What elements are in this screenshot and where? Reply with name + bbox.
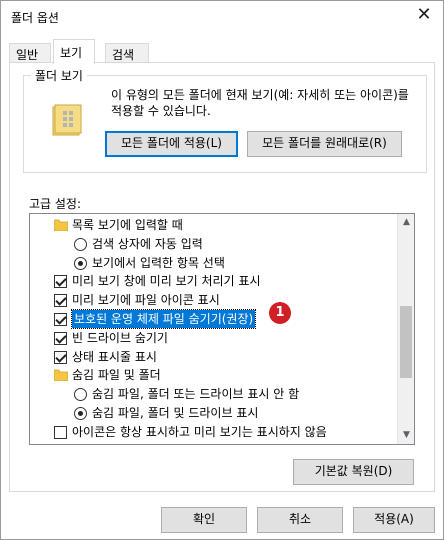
radio-button[interactable] bbox=[74, 407, 87, 420]
settings-row-label: 보기에서 입력한 항목 선택 bbox=[92, 255, 225, 270]
ok-button[interactable]: 확인 bbox=[161, 507, 247, 533]
apply-button[interactable]: 적용(A) bbox=[353, 507, 435, 533]
folder-icon bbox=[54, 219, 68, 231]
callout-badge: 1 bbox=[269, 302, 291, 324]
settings-row-label: 빈 드라이브 숨기기 bbox=[72, 330, 168, 345]
checkbox[interactable] bbox=[54, 275, 67, 289]
settings-row-label: 아이콘은 항상 표시하고 미리 보기는 표시하지 않음 bbox=[72, 424, 327, 439]
advanced-settings-list[interactable]: 알려진 파일 형식의 파일 확장명 숨기기 아이콘은 항상 표시하고 미리 보기는… bbox=[29, 213, 415, 445]
settings-row-radio[interactable]: 숨김 파일, 폴더 및 드라이브 표시 bbox=[30, 404, 396, 422]
scrollbar-thumb[interactable] bbox=[400, 306, 412, 378]
title-bar: 폴더 옵션 ✕ bbox=[1, 1, 443, 31]
settings-row-label: 미리 보기에 파일 아이콘 표시 bbox=[72, 293, 220, 308]
cancel-button[interactable]: 취소 bbox=[257, 507, 343, 533]
tab-search-label: 검색 bbox=[112, 48, 135, 62]
settings-row-checkbox[interactable]: 보호된 운영 체제 파일 숨기기(권장) bbox=[30, 309, 396, 329]
close-icon[interactable]: ✕ bbox=[413, 5, 435, 27]
settings-row-radio[interactable]: 숨김 파일, 폴더 또는 드라이브 표시 안 함 bbox=[30, 385, 396, 403]
reset-folders-button[interactable]: 모든 폴더를 원래대로(R) bbox=[247, 131, 402, 157]
tab-general[interactable]: 일반 bbox=[9, 43, 51, 63]
settings-row-label: 목록 보기에 입력할 때 bbox=[72, 218, 183, 232]
settings-row-radio[interactable]: 검색 상자에 자동 입력 bbox=[30, 235, 396, 253]
scrollbar[interactable]: ▲ ▼ bbox=[397, 214, 414, 444]
scroll-up-icon[interactable]: ▲ bbox=[398, 214, 414, 231]
tab-general-label: 일반 bbox=[16, 48, 39, 62]
folder-icon bbox=[54, 369, 68, 382]
settings-row-checkbox[interactable]: 아이콘은 항상 표시하고 미리 보기는 표시하지 않음 bbox=[30, 423, 396, 441]
folder-options-window: 폴더 옵션 ✕ 일반 보기 검색 폴더 보기 이 유형의 모든 폴더에 현재 보… bbox=[0, 0, 444, 540]
settings-row-label: 보호된 운영 체제 파일 숨기기(권장) bbox=[70, 309, 257, 329]
radio-button[interactable] bbox=[74, 388, 87, 402]
radio-button[interactable] bbox=[74, 256, 87, 270]
settings-row-folder: 숨김 파일 및 폴더 bbox=[30, 366, 396, 384]
folder-view-legend: 폴더 보기 bbox=[31, 67, 87, 84]
window-title: 폴더 옵션 bbox=[11, 11, 59, 25]
settings-row-label: 숨김 파일, 폴더 또는 드라이브 표시 안 함 bbox=[92, 387, 300, 402]
settings-row-checkbox[interactable]: 미리 보기 창에 미리 보기 처리기 표시 bbox=[30, 272, 396, 290]
settings-row-label: 미리 보기 창에 미리 보기 처리기 표시 bbox=[72, 274, 261, 289]
checkbox[interactable] bbox=[54, 331, 67, 345]
checkbox[interactable] bbox=[54, 425, 67, 439]
settings-row-label: 검색 상자에 자동 입력 bbox=[92, 236, 203, 251]
settings-row-checkbox[interactable]: 알려진 파일 형식의 파일 확장명 숨기기 bbox=[30, 442, 396, 445]
folder-view-description: 이 유형의 모든 폴더에 현재 보기(예: 자세히 또는 아이콘)를 적용할 수… bbox=[111, 88, 409, 118]
tab-search[interactable]: 검색 bbox=[105, 43, 149, 63]
settings-row-checkbox[interactable]: 빈 드라이브 숨기기 bbox=[30, 329, 396, 347]
tab-view[interactable]: 보기 bbox=[53, 39, 95, 64]
apply-to-folders-button[interactable]: 모든 폴더에 적용(L) bbox=[105, 131, 238, 157]
settings-row-label: 숨김 파일, 폴더 및 드라이브 표시 bbox=[92, 406, 259, 420]
settings-row-checkbox[interactable]: 미리 보기에 파일 아이콘 표시 bbox=[30, 291, 396, 309]
checkbox[interactable] bbox=[54, 313, 67, 326]
restore-defaults-button[interactable]: 기본값 복원(D) bbox=[293, 459, 414, 485]
tab-view-label: 보기 bbox=[60, 46, 83, 60]
advanced-settings-label: 고급 설정: bbox=[29, 197, 82, 211]
checkbox[interactable] bbox=[54, 350, 67, 364]
settings-row-label: 알려진 파일 형식의 파일 확장명 숨기기 bbox=[72, 442, 268, 445]
settings-row-label: 상태 표시줄 표시 bbox=[72, 349, 157, 364]
settings-row-folder: 목록 보기에 입력할 때 bbox=[30, 216, 396, 234]
folder-view-icon bbox=[52, 104, 82, 136]
radio-button[interactable] bbox=[74, 237, 87, 251]
checkbox[interactable] bbox=[54, 294, 67, 308]
settings-row-label: 숨김 파일 및 폴더 bbox=[72, 368, 161, 383]
scroll-down-icon[interactable]: ▼ bbox=[398, 427, 414, 444]
settings-row-checkbox[interactable]: 상태 표시줄 표시 bbox=[30, 348, 396, 366]
settings-row-radio[interactable]: 보기에서 입력한 항목 선택 bbox=[30, 254, 396, 272]
